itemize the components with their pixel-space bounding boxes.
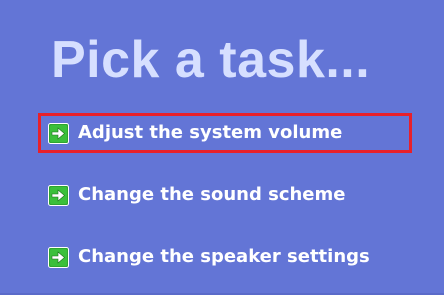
green-arrow-icon — [48, 122, 69, 144]
pick-a-task-title: Pick a task... — [51, 31, 371, 89]
green-arrow-icon — [48, 246, 69, 268]
task-adjust-system-volume[interactable]: Adjust the system volume — [38, 113, 412, 153]
task-label: Change the sound scheme — [78, 184, 346, 205]
task-label: Adjust the system volume — [78, 122, 343, 143]
task-change-sound-scheme[interactable]: Change the sound scheme — [48, 178, 345, 212]
task-change-speaker-settings[interactable]: Change the speaker settings — [48, 240, 370, 274]
task-label: Change the speaker settings — [78, 246, 370, 267]
task-panel: Pick a task... Adjust the system volume … — [0, 0, 444, 295]
green-arrow-icon — [48, 184, 69, 206]
